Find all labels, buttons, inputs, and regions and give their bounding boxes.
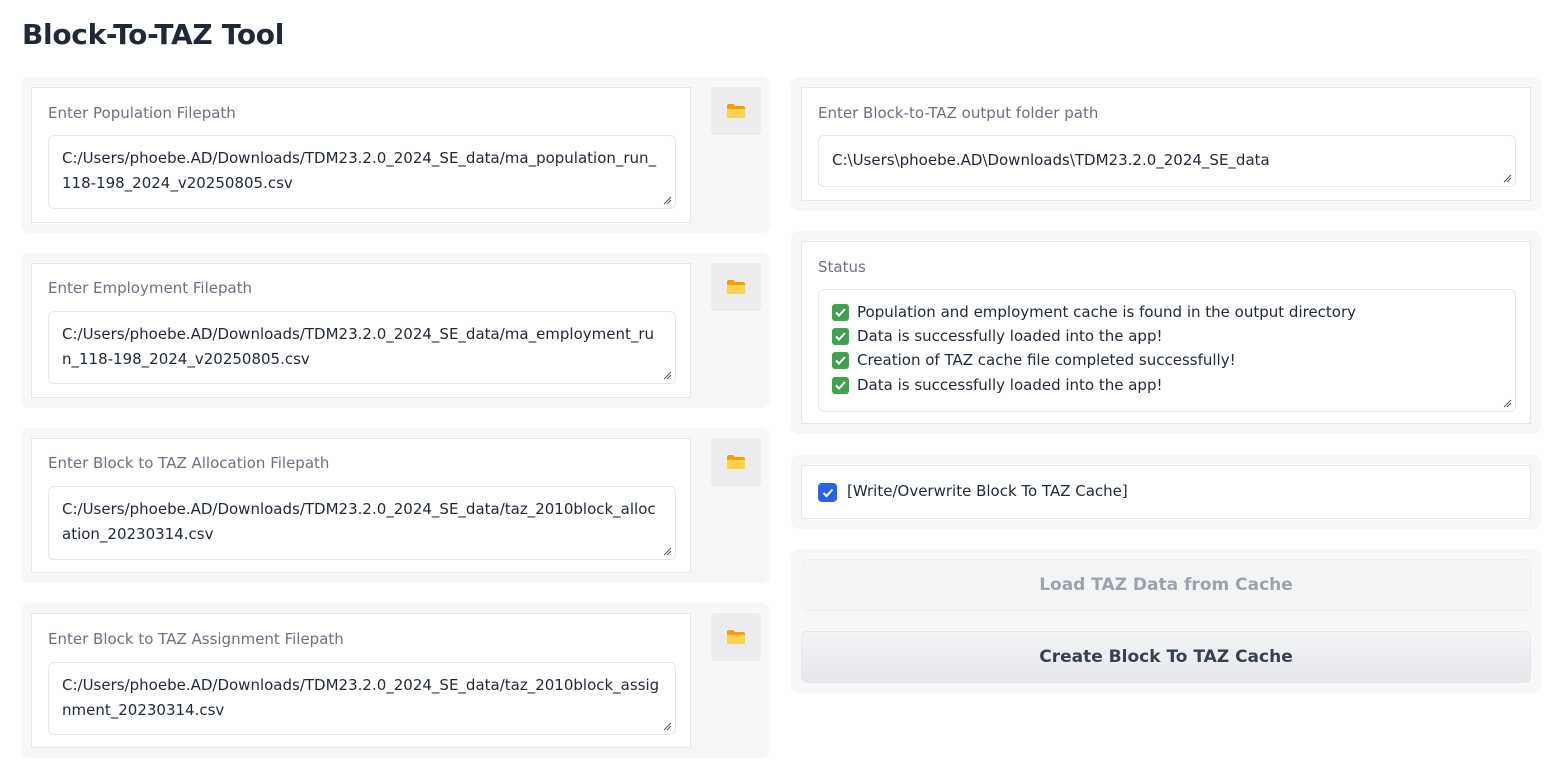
- status-line: Data is successfully loaded into the app…: [832, 324, 1502, 348]
- assignment-label: Enter Block to TAZ Assignment Filepath: [48, 630, 344, 648]
- employment-block: Enter Employment Filepath C:/Users/phoeb…: [31, 263, 691, 398]
- resize-handle-icon[interactable]: [1503, 399, 1512, 408]
- folder-icon: [727, 104, 745, 118]
- folder-icon: [727, 630, 745, 644]
- output-folder-value: C:\Users\phoebe.AD\Downloads\TDM23.2.0_2…: [832, 151, 1270, 169]
- resize-handle-icon[interactable]: [663, 547, 672, 556]
- allocation-group: Enter Block to TAZ Allocation Filepath C…: [21, 428, 770, 583]
- population-filepath-value: C:/Users/phoebe.AD/Downloads/TDM23.2.0_2…: [62, 149, 657, 192]
- output-block: Enter Block-to-TAZ output folder path C:…: [801, 87, 1531, 201]
- status-block: Status Population and employment cache i…: [801, 241, 1531, 424]
- assignment-group: Enter Block to TAZ Assignment Filepath C…: [21, 603, 770, 758]
- population-block: Enter Population Filepath C:/Users/phoeb…: [31, 87, 691, 223]
- overwrite-block: [Write/Overwrite Block To TAZ Cache]: [801, 465, 1531, 519]
- check-mark-emoji-icon: [832, 352, 849, 370]
- allocation-browse-button[interactable]: [711, 438, 761, 486]
- status-line: Creation of TAZ cache file completed suc…: [832, 349, 1502, 373]
- overwrite-group: [Write/Overwrite Block To TAZ Cache]: [791, 455, 1541, 529]
- load-taz-data-button[interactable]: Load TAZ Data from Cache: [801, 559, 1531, 611]
- page-title: Block-To-TAZ Tool: [22, 18, 285, 51]
- assignment-filepath-input[interactable]: C:/Users/phoebe.AD/Downloads/TDM23.2.0_2…: [48, 662, 676, 735]
- check-mark-emoji-icon: [832, 376, 849, 394]
- status-line-text: Creation of TAZ cache file completed suc…: [857, 351, 1236, 370]
- status-textbox[interactable]: Population and employment cache is found…: [818, 289, 1516, 412]
- allocation-label: Enter Block to TAZ Allocation Filepath: [48, 454, 330, 472]
- output-label: Enter Block-to-TAZ output folder path: [818, 104, 1099, 122]
- create-cache-button[interactable]: Create Block To TAZ Cache: [801, 631, 1531, 683]
- employment-filepath-value: C:/Users/phoebe.AD/Downloads/TDM23.2.0_2…: [62, 325, 655, 368]
- status-group: Status Population and employment cache i…: [791, 231, 1541, 434]
- status-line: Population and employment cache is found…: [832, 300, 1502, 324]
- resize-handle-icon[interactable]: [1503, 174, 1512, 183]
- assignment-browse-button[interactable]: [711, 613, 761, 661]
- resize-handle-icon[interactable]: [663, 196, 672, 205]
- allocation-filepath-input[interactable]: C:/Users/phoebe.AD/Downloads/TDM23.2.0_2…: [48, 486, 676, 560]
- employment-browse-button[interactable]: [711, 263, 761, 311]
- folder-icon: [727, 455, 745, 469]
- status-label: Status: [818, 258, 866, 276]
- overwrite-checkbox[interactable]: [818, 483, 837, 502]
- check-mark-emoji-icon: [832, 328, 849, 346]
- employment-label: Enter Employment Filepath: [48, 279, 253, 297]
- output-folder-input[interactable]: C:\Users\phoebe.AD\Downloads\TDM23.2.0_2…: [818, 135, 1516, 187]
- status-line-text: Population and employment cache is found…: [857, 302, 1357, 321]
- folder-icon: [727, 280, 745, 294]
- status-line-text: Data is successfully loaded into the app…: [857, 327, 1163, 346]
- check-icon: [822, 488, 833, 497]
- output-group: Enter Block-to-TAZ output folder path C:…: [791, 77, 1541, 211]
- resize-handle-icon[interactable]: [663, 722, 672, 731]
- resize-handle-icon[interactable]: [663, 371, 672, 380]
- actions-group: Load TAZ Data from Cache Create Block To…: [791, 549, 1541, 693]
- status-line: Data is successfully loaded into the app…: [832, 373, 1502, 397]
- status-line-text: Data is successfully loaded into the app…: [857, 375, 1163, 394]
- allocation-filepath-value: C:/Users/phoebe.AD/Downloads/TDM23.2.0_2…: [62, 500, 656, 543]
- population-group: Enter Population Filepath C:/Users/phoeb…: [21, 77, 770, 233]
- assignment-filepath-value: C:/Users/phoebe.AD/Downloads/TDM23.2.0_2…: [62, 676, 660, 719]
- check-mark-emoji-icon: [832, 303, 849, 321]
- assignment-block: Enter Block to TAZ Assignment Filepath C…: [31, 613, 691, 748]
- population-label: Enter Population Filepath: [48, 104, 236, 122]
- population-filepath-input[interactable]: C:/Users/phoebe.AD/Downloads/TDM23.2.0_2…: [48, 135, 676, 209]
- allocation-block: Enter Block to TAZ Allocation Filepath C…: [31, 438, 691, 573]
- employment-group: Enter Employment Filepath C:/Users/phoeb…: [21, 253, 770, 408]
- population-browse-button[interactable]: [711, 87, 761, 135]
- overwrite-checkbox-label[interactable]: [Write/Overwrite Block To TAZ Cache]: [847, 482, 1128, 500]
- employment-filepath-input[interactable]: C:/Users/phoebe.AD/Downloads/TDM23.2.0_2…: [48, 311, 676, 384]
